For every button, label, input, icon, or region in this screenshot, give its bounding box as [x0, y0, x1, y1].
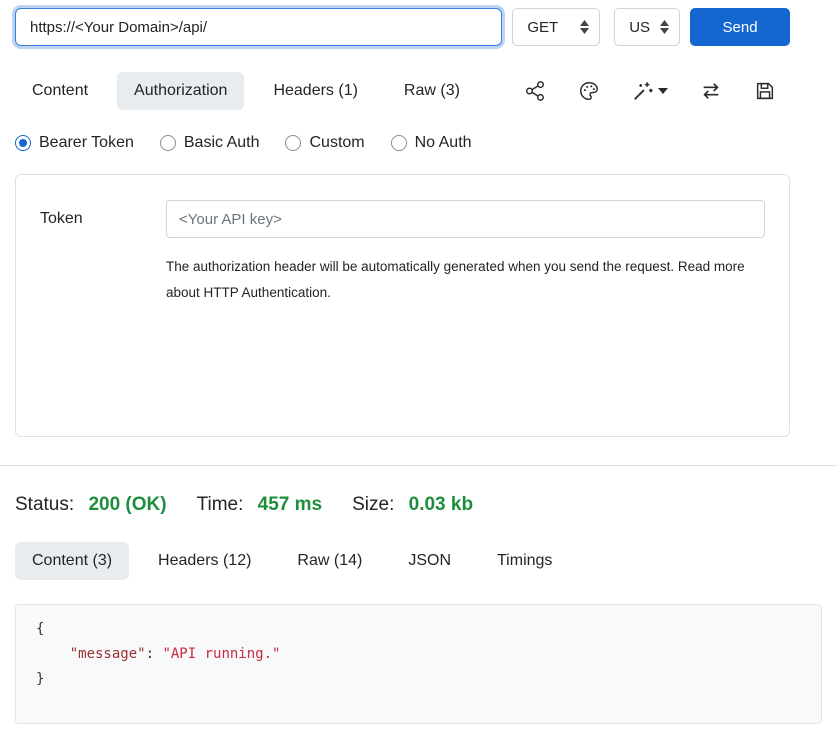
- section-divider: [0, 465, 837, 466]
- resp-tab-json[interactable]: JSON: [391, 542, 468, 580]
- send-button[interactable]: Send: [690, 8, 790, 46]
- tab-authorization[interactable]: Authorization: [117, 72, 244, 110]
- auth-option-label: Bearer Token: [39, 134, 134, 152]
- json-indent: [36, 646, 70, 662]
- auth-option-no-auth[interactable]: No Auth: [391, 134, 472, 152]
- radio-selected-icon: [15, 135, 31, 151]
- auth-type-group: Bearer Token Basic Auth Custom No Auth: [15, 134, 837, 152]
- tab-raw[interactable]: Raw (3): [387, 72, 477, 110]
- method-select-value: GET: [527, 19, 558, 36]
- auth-option-bearer-token[interactable]: Bearer Token: [15, 134, 134, 152]
- auth-option-label: Basic Auth: [184, 134, 260, 152]
- token-label: Token: [40, 200, 166, 238]
- json-separator: :: [146, 646, 163, 662]
- auth-option-custom[interactable]: Custom: [285, 134, 364, 152]
- url-input[interactable]: [15, 8, 502, 46]
- auth-option-label: Custom: [309, 134, 364, 152]
- save-icon[interactable]: [754, 80, 776, 102]
- resp-tab-headers[interactable]: Headers (12): [141, 542, 268, 580]
- swap-arrows-icon[interactable]: [700, 80, 722, 102]
- response-tabs: Content (3) Headers (12) Raw (14) JSON T…: [15, 542, 837, 580]
- resp-tab-timings[interactable]: Timings: [480, 542, 569, 580]
- resp-tab-content[interactable]: Content (3): [15, 542, 129, 580]
- radio-icon: [285, 135, 301, 151]
- select-updown-icon: [660, 20, 669, 34]
- tab-headers[interactable]: Headers (1): [256, 72, 374, 110]
- radio-icon: [160, 135, 176, 151]
- json-string-value: "API running.": [162, 646, 280, 662]
- status-value: 200 (OK): [88, 494, 166, 515]
- request-tabs: Content Authorization Headers (1) Raw (3…: [15, 72, 790, 110]
- token-help-text: The authorization header will be automat…: [166, 254, 765, 307]
- auth-option-basic-auth[interactable]: Basic Auth: [160, 134, 260, 152]
- select-updown-icon: [580, 20, 589, 34]
- magic-wand-dropdown-icon[interactable]: [632, 80, 668, 102]
- json-open-brace: {: [36, 621, 44, 637]
- token-input[interactable]: [166, 200, 765, 238]
- time-value: 457 ms: [258, 494, 322, 515]
- size-value: 0.03 kb: [409, 494, 473, 515]
- toolbar: [524, 80, 790, 102]
- method-select[interactable]: GET: [512, 8, 600, 46]
- chevron-down-icon: [658, 88, 668, 94]
- radio-icon: [391, 135, 407, 151]
- time-label: Time:: [197, 494, 244, 515]
- resp-tab-raw[interactable]: Raw (14): [280, 542, 379, 580]
- auth-option-label: No Auth: [415, 134, 472, 152]
- region-select[interactable]: US: [614, 8, 680, 46]
- response-body: { "message": "API running." }: [15, 604, 822, 724]
- response-summary: Status: 200 (OK) Time: 457 ms Size: 0.03…: [15, 494, 837, 516]
- token-panel: Token The authorization header will be a…: [15, 174, 790, 437]
- size-label: Size:: [352, 494, 394, 515]
- palette-icon[interactable]: [578, 80, 600, 102]
- status-label: Status:: [15, 494, 74, 515]
- request-bar: GET US Send: [15, 8, 790, 46]
- app-root: GET US Send Content Authorization Header…: [0, 0, 837, 724]
- tab-content[interactable]: Content: [15, 72, 105, 110]
- share-icon[interactable]: [524, 80, 546, 102]
- json-key: "message": [70, 646, 146, 662]
- json-close-brace: }: [36, 671, 44, 687]
- region-select-value: US: [629, 19, 650, 36]
